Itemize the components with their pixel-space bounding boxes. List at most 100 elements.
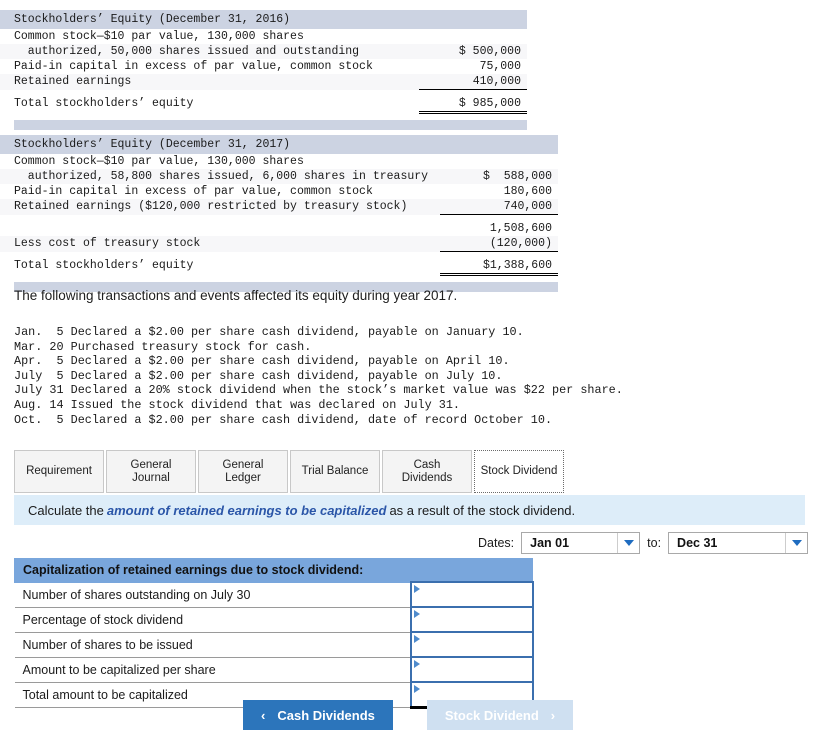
table-row: Number of shares outstanding on July 30 [14, 581, 534, 608]
date-to-dropdown[interactable]: Dec 31 [668, 532, 809, 554]
equity-2016-rows: Common stock—$10 par value, 130,000 shar… [0, 29, 527, 114]
prev-button-label: Cash Dividends [277, 707, 375, 723]
equity-row: authorized, 50,000 shares issued and out… [0, 44, 527, 59]
navigation-buttons: ‹ Cash Dividends Stock Dividend › [243, 700, 574, 730]
page-root: Stockholders’ Equity (December 31, 2016)… [0, 0, 834, 747]
cap-row-input[interactable] [411, 658, 532, 681]
cap-row-input-cell[interactable] [409, 606, 534, 633]
table-row: Number of shares to be issued [14, 631, 534, 658]
equity-row: Retained earnings ($120,000 restricted b… [0, 199, 558, 215]
equity-row: Paid-in capital in excess of par value, … [0, 184, 558, 199]
equity-row: Total stockholders’ equity $1,388,600 [0, 258, 558, 276]
equity-row-label: Paid-in capital in excess of par value, … [14, 185, 373, 198]
equity-row: authorized, 58,800 shares issued, 6,000 … [0, 169, 558, 184]
instruction-before: Calculate the [28, 502, 104, 518]
equity-row-amount: 180,600 [503, 185, 552, 198]
prev-cash-dividends-button[interactable]: ‹ Cash Dividends [243, 700, 393, 730]
tab-general-ledger[interactable]: General Ledger [198, 450, 288, 493]
equity-row-label: Common stock—$10 par value, 130,000 shar… [14, 30, 304, 43]
equity-row-label: Total stockholders’ equity [14, 97, 194, 110]
chevron-left-icon: ‹ [261, 707, 266, 723]
date-to-value: Dec 31 [677, 536, 718, 550]
equity-row-label: authorized, 58,800 shares issued, 6,000 … [14, 170, 429, 183]
equity-row: Total stockholders’ equity $ 985,000 [0, 96, 527, 114]
equity-row-label: Paid-in capital in excess of par value, … [14, 60, 373, 73]
cap-row-input-cell[interactable] [409, 656, 534, 683]
tab-bar: Requirement General Journal General Ledger… [14, 450, 566, 493]
equity-row-label [0, 221, 440, 223]
equity-statement-2017: Stockholders’ Equity (December 31, 2017)… [0, 135, 558, 292]
tab-label: Stock Dividend [480, 465, 558, 477]
equity-row-amount: (120,000) [440, 236, 558, 252]
cell-marker-icon [413, 585, 420, 593]
tab-label: Cash Dividends [401, 458, 453, 484]
equity-row-amount: $ 500,000 [458, 45, 521, 58]
narrative-text: The following transactions and events af… [14, 288, 458, 303]
cap-row-input[interactable] [411, 633, 532, 656]
equity-row-amount [440, 154, 558, 156]
equity-row-amount: $ 588,000 [482, 170, 552, 183]
equity-row: Common stock—$10 par value, 130,000 shar… [0, 154, 558, 169]
equity-row: Paid-in capital in excess of par value, … [0, 59, 527, 74]
tab-trial-balance[interactable]: Trial Balance [290, 450, 380, 493]
instruction-after: as a result of the stock dividend. [389, 502, 576, 518]
equity-row-label: Retained earnings ($120,000 restricted b… [14, 200, 408, 213]
tab-label: General Ledger [222, 458, 264, 484]
chevron-down-icon[interactable] [785, 533, 808, 553]
instruction-emphasis: amount of retained earnings to be capita… [106, 502, 387, 518]
tab-stock-dividend[interactable]: Stock Dividend [474, 450, 564, 493]
tab-label: Trial Balance [301, 465, 369, 477]
cap-row-input-cell[interactable] [409, 581, 534, 608]
chevron-down-icon[interactable] [617, 533, 640, 553]
cap-row-input-cell[interactable] [409, 631, 534, 658]
equity-row-label: Total stockholders’ equity [14, 259, 194, 272]
dates-row: Dates: Jan 01 to: Dec 31 [478, 532, 809, 554]
tab-cash-dividends[interactable]: Cash Dividends [382, 450, 472, 493]
equity-row-amount: 740,000 [440, 199, 558, 215]
equity-statement-2016: Stockholders’ Equity (December 31, 2016)… [0, 10, 527, 130]
cell-marker-icon [413, 610, 420, 618]
equity-row-amount: $ 985,000 [419, 96, 527, 114]
equity-row-amount [419, 29, 527, 31]
equity-row-amount: 410,000 [419, 74, 527, 90]
equity-row-amount: 75,000 [479, 60, 521, 73]
capitalization-table: Capitalization of retained earnings due … [14, 558, 534, 709]
cap-row-input[interactable] [411, 583, 532, 606]
tab-general-journal[interactable]: General Journal [106, 450, 196, 493]
cell-marker-icon [413, 635, 420, 643]
instruction-banner: Calculate the amount of retained earning… [14, 495, 805, 525]
equity-row: Retained earnings 410,000 [0, 74, 527, 90]
equity-2017-rows: Common stock—$10 par value, 130,000 shar… [0, 154, 558, 276]
equity-row-amount: $1,388,600 [440, 258, 558, 276]
cap-header-row: Capitalization of retained earnings due … [14, 558, 533, 583]
equity-row-label: authorized, 50,000 shares issued and out… [14, 45, 360, 58]
equity-2017-title: Stockholders’ Equity (December 31, 2017) [0, 135, 558, 154]
dates-to-label: to: [647, 536, 662, 550]
cap-row-input[interactable] [411, 608, 532, 631]
date-from-value: Jan 01 [530, 536, 570, 550]
cap-row-label: Number of shares outstanding on July 30 [14, 581, 411, 608]
cap-header-label: Capitalization of retained earnings due … [14, 558, 533, 583]
equity-row-amount: 1,508,600 [489, 222, 552, 235]
tab-label: General Journal [130, 458, 172, 484]
cap-row-label: Number of shares to be issued [14, 631, 411, 658]
dates-label: Dates: [478, 536, 515, 550]
tab-requirement[interactable]: Requirement [14, 450, 104, 493]
equity-row-label: Less cost of treasury stock [14, 237, 201, 250]
cell-marker-icon [413, 685, 420, 693]
equity-row: Common stock—$10 par value, 130,000 shar… [0, 29, 527, 44]
tab-label: Requirement [26, 465, 92, 477]
chevron-right-icon: › [550, 707, 556, 723]
date-from-dropdown[interactable]: Jan 01 [521, 532, 641, 554]
equity-row-label: Common stock—$10 par value, 130,000 shar… [14, 155, 304, 168]
table-row: Amount to be capitalized per share [14, 656, 534, 683]
equity-row: 1,508,600 [0, 221, 558, 236]
equity-row: Less cost of treasury stock (120,000) [0, 236, 558, 252]
next-button-label: Stock Dividend [444, 707, 539, 723]
cap-row-label: Percentage of stock dividend [14, 606, 411, 633]
cell-marker-icon [413, 660, 420, 668]
equity-2016-footer-bar [14, 120, 527, 130]
cap-row-label: Amount to be capitalized per share [14, 656, 411, 683]
next-stock-dividend-button[interactable]: Stock Dividend › [426, 700, 574, 730]
transactions-list: Jan. 5 Declared a $2.00 per share cash d… [14, 325, 623, 427]
